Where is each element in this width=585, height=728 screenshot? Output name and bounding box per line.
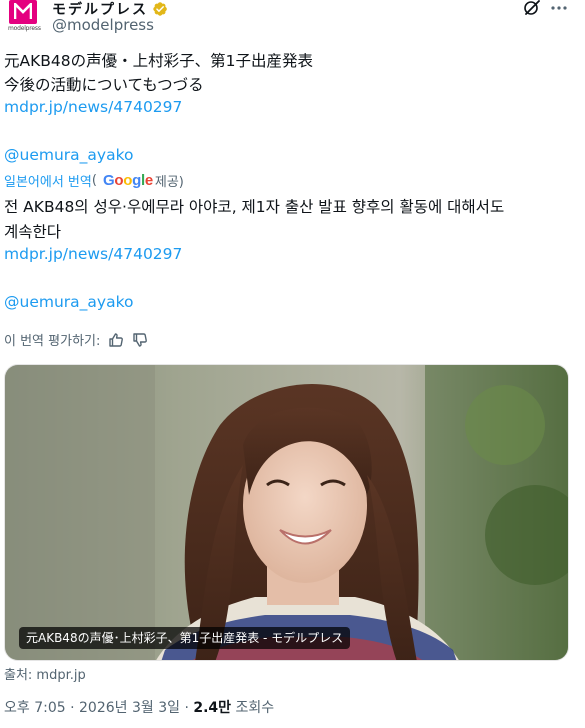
rate-translation-label: 이 번역 평가하기:	[4, 334, 101, 349]
tweet-date[interactable]: 2026년 3월 3일	[79, 700, 180, 716]
google-logo: Google	[102, 172, 153, 189]
modelpress-logo	[9, 0, 37, 24]
thumbs-up-icon[interactable]	[108, 332, 124, 348]
avatar[interactable]: modelpress	[8, 0, 41, 36]
meta-separator: ·	[184, 700, 189, 716]
tweet-translated-link[interactable]: mdpr.jp/news/4740297	[4, 245, 182, 263]
more-options-icon[interactable]	[550, 0, 568, 16]
avatar-caption: modelpress	[8, 25, 41, 32]
grok-icon[interactable]	[522, 0, 542, 16]
tweet-meta: 오후 7:05 · 2026년 3월 3일 · 2.4만 조회수	[4, 697, 274, 717]
meta-separator: ·	[70, 700, 75, 716]
author-handle[interactable]: @modelpress	[52, 16, 154, 34]
tweet-original-line-2: 今後の活動についてもつづる	[4, 76, 204, 94]
verified-badge-icon[interactable]	[152, 1, 168, 17]
article-photo[interactable]	[5, 365, 569, 661]
link-card-caption[interactable]: 元AKB48の声優･上村彩子、第1子出産発表 - モデルプレス	[19, 627, 351, 649]
translation-attribution: 일본어에서 번역 ( Google 제공)	[4, 171, 184, 190]
translated-from-label[interactable]: 일본어에서 번역	[4, 171, 92, 190]
link-source[interactable]: 출처: mdpr.jp	[4, 664, 86, 683]
tweet-header: modelpress モデルプレス @modelpress	[0, 0, 585, 46]
modelpress-logo-icon	[14, 3, 32, 19]
tweet-translated-line-2: 계속한다	[4, 223, 62, 241]
thumbs-down-icon[interactable]	[132, 332, 148, 348]
tweet-original-link[interactable]: mdpr.jp/news/4740297	[4, 98, 182, 116]
views-label: 조회수	[235, 700, 275, 716]
tweet-time[interactable]: 오후 7:05	[4, 700, 66, 716]
tweet-original-mention[interactable]: @uemura_ayako	[4, 146, 133, 164]
translation-open-paren: (	[91, 173, 97, 188]
link-card[interactable]: 元AKB48の声優･上村彩子、第1子出産発表 - モデルプレス	[4, 364, 569, 661]
views-count: 2.4만	[193, 700, 232, 716]
tweet-translated-mention[interactable]: @uemura_ayako	[4, 293, 133, 311]
tweet-original-line-1: 元AKB48の声優・上村彩子、第1子出産発表	[4, 52, 313, 70]
rate-translation-row: 이 번역 평가하기:	[4, 330, 148, 349]
tweet-translated-line-1: 전 AKB48의 성우·우에무라 아야코, 제1자 출산 발표 향후의 활동에 …	[4, 198, 505, 216]
translation-provided-label: 제공)	[154, 175, 184, 190]
